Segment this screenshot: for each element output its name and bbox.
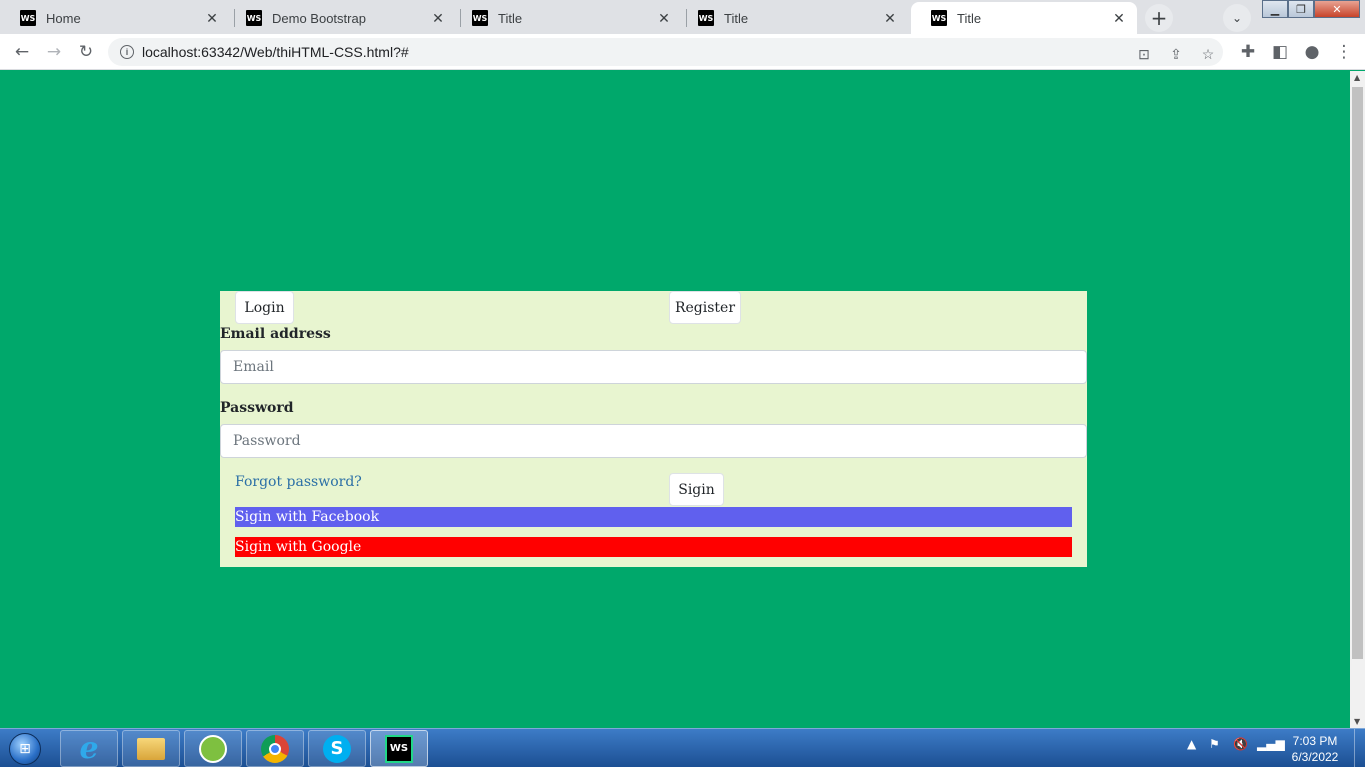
window-controls: ▁ ❐ ✕ bbox=[1262, 0, 1360, 18]
tab-title: Title bbox=[724, 10, 749, 26]
network-icon[interactable]: ▂▄▆ bbox=[1257, 737, 1285, 751]
back-icon[interactable]: ← bbox=[10, 40, 34, 64]
close-icon[interactable]: ✕ bbox=[1111, 10, 1127, 27]
browser-tab-strip: WS Home ✕ WS Demo Bootstrap ✕ WS Title ✕… bbox=[0, 0, 1365, 34]
email-field[interactable] bbox=[220, 350, 1087, 384]
translate-icon[interactable]: ⊡ bbox=[1134, 44, 1154, 64]
scroll-up-icon[interactable]: ▲ bbox=[1354, 73, 1360, 82]
speaker-muted-icon[interactable]: 🔇 bbox=[1233, 737, 1248, 751]
page-scrollbar[interactable]: ▲ ▼ bbox=[1350, 71, 1365, 728]
tab-title-1[interactable]: WS Title ✕ bbox=[452, 2, 682, 34]
webstorm-icon: WS bbox=[20, 10, 36, 26]
url-text: localhost:63342/Web/thiHTML-CSS.html?# bbox=[142, 44, 409, 60]
webstorm-icon: WS bbox=[246, 10, 262, 26]
tab-title: Title bbox=[957, 10, 982, 26]
tab-demo-bootstrap[interactable]: WS Demo Bootstrap ✕ bbox=[226, 2, 456, 34]
taskbar-green-app[interactable] bbox=[184, 730, 242, 767]
green-app-icon bbox=[199, 734, 227, 763]
clock-time: 7:03 PM bbox=[1292, 734, 1338, 748]
signin-facebook-button[interactable]: Sigin with Facebook bbox=[235, 507, 1072, 527]
show-hidden-icons-icon[interactable]: ▲ bbox=[1187, 737, 1196, 751]
extensions-icon[interactable]: ✚ bbox=[1236, 40, 1260, 64]
tab-title: Demo Bootstrap bbox=[272, 10, 366, 26]
email-label: Email address bbox=[220, 326, 331, 342]
close-icon[interactable]: ✕ bbox=[430, 10, 446, 27]
bookmark-star-icon[interactable]: ☆ bbox=[1198, 44, 1218, 64]
tab-title: Title bbox=[498, 10, 523, 26]
webstorm-icon: WS bbox=[472, 10, 488, 26]
close-window-button[interactable]: ✕ bbox=[1314, 0, 1360, 18]
menu-icon[interactable]: ⋮ bbox=[1332, 40, 1356, 64]
scroll-thumb[interactable] bbox=[1352, 87, 1363, 659]
windows-taskbar: ⊞ e S WS ▲ ⚑ 🔇 ▂▄▆ 7:03 PM 6/3/2022 bbox=[0, 728, 1365, 767]
profile-icon[interactable]: ● bbox=[1300, 40, 1324, 64]
forgot-password-link[interactable]: Forgot password? bbox=[235, 474, 362, 490]
tab-title-2[interactable]: WS Title ✕ bbox=[678, 2, 908, 34]
close-icon[interactable]: ✕ bbox=[656, 10, 672, 27]
webstorm-icon: WS bbox=[385, 734, 413, 763]
forward-icon[interactable]: → bbox=[42, 40, 66, 64]
password-field[interactable] bbox=[220, 424, 1087, 458]
windows-logo-icon: ⊞ bbox=[9, 732, 41, 765]
clock-date: 6/3/2022 bbox=[1291, 750, 1339, 764]
system-clock[interactable]: 7:03 PM 6/3/2022 bbox=[1282, 733, 1348, 765]
login-card: Login Register Email address Password Fo… bbox=[220, 291, 1087, 567]
browser-toolbar: ← → ↻ i localhost:63342/Web/thiHTML-CSS.… bbox=[0, 34, 1365, 70]
tab-home[interactable]: WS Home ✕ bbox=[0, 2, 230, 34]
new-tab-button[interactable]: + bbox=[1145, 4, 1173, 32]
side-panel-icon[interactable]: ◧ bbox=[1268, 40, 1292, 64]
webstorm-icon: WS bbox=[698, 10, 714, 26]
scroll-down-icon[interactable]: ▼ bbox=[1354, 717, 1360, 726]
webstorm-icon: WS bbox=[931, 10, 947, 26]
signin-button[interactable]: Sigin bbox=[669, 473, 724, 506]
taskbar-skype[interactable]: S bbox=[308, 730, 366, 767]
action-center-icon[interactable]: ⚑ bbox=[1209, 737, 1220, 751]
show-desktop-button[interactable] bbox=[1354, 729, 1365, 767]
close-icon[interactable]: ✕ bbox=[204, 10, 220, 27]
taskbar-internet-explorer[interactable]: e bbox=[60, 730, 118, 767]
register-tab-button[interactable]: Register bbox=[669, 291, 741, 324]
taskbar-chrome[interactable] bbox=[246, 730, 304, 767]
password-label: Password bbox=[220, 400, 294, 416]
chrome-icon bbox=[261, 734, 289, 763]
folder-icon bbox=[137, 737, 165, 760]
login-tab-button[interactable]: Login bbox=[235, 291, 294, 324]
info-icon[interactable]: i bbox=[120, 45, 134, 59]
maximize-button[interactable]: ❐ bbox=[1288, 0, 1314, 18]
taskbar-file-explorer[interactable] bbox=[122, 730, 180, 767]
minimize-button[interactable]: ▁ bbox=[1262, 0, 1288, 18]
reload-icon[interactable]: ↻ bbox=[74, 40, 98, 64]
tab-search-button[interactable]: ⌄ bbox=[1223, 4, 1251, 32]
skype-icon: S bbox=[323, 734, 351, 763]
tab-title-active[interactable]: WS Title ✕ bbox=[911, 2, 1137, 34]
internet-explorer-icon: e bbox=[79, 731, 99, 766]
taskbar-webstorm[interactable]: WS bbox=[370, 730, 428, 767]
share-icon[interactable]: ⇪ bbox=[1166, 44, 1186, 64]
tab-title: Home bbox=[46, 10, 81, 26]
page-viewport: Login Register Email address Password Fo… bbox=[0, 71, 1350, 728]
address-bar[interactable]: i localhost:63342/Web/thiHTML-CSS.html?#… bbox=[108, 38, 1223, 66]
signin-google-button[interactable]: Sigin with Google bbox=[235, 537, 1072, 557]
start-button[interactable]: ⊞ bbox=[4, 730, 46, 767]
close-icon[interactable]: ✕ bbox=[882, 10, 898, 27]
